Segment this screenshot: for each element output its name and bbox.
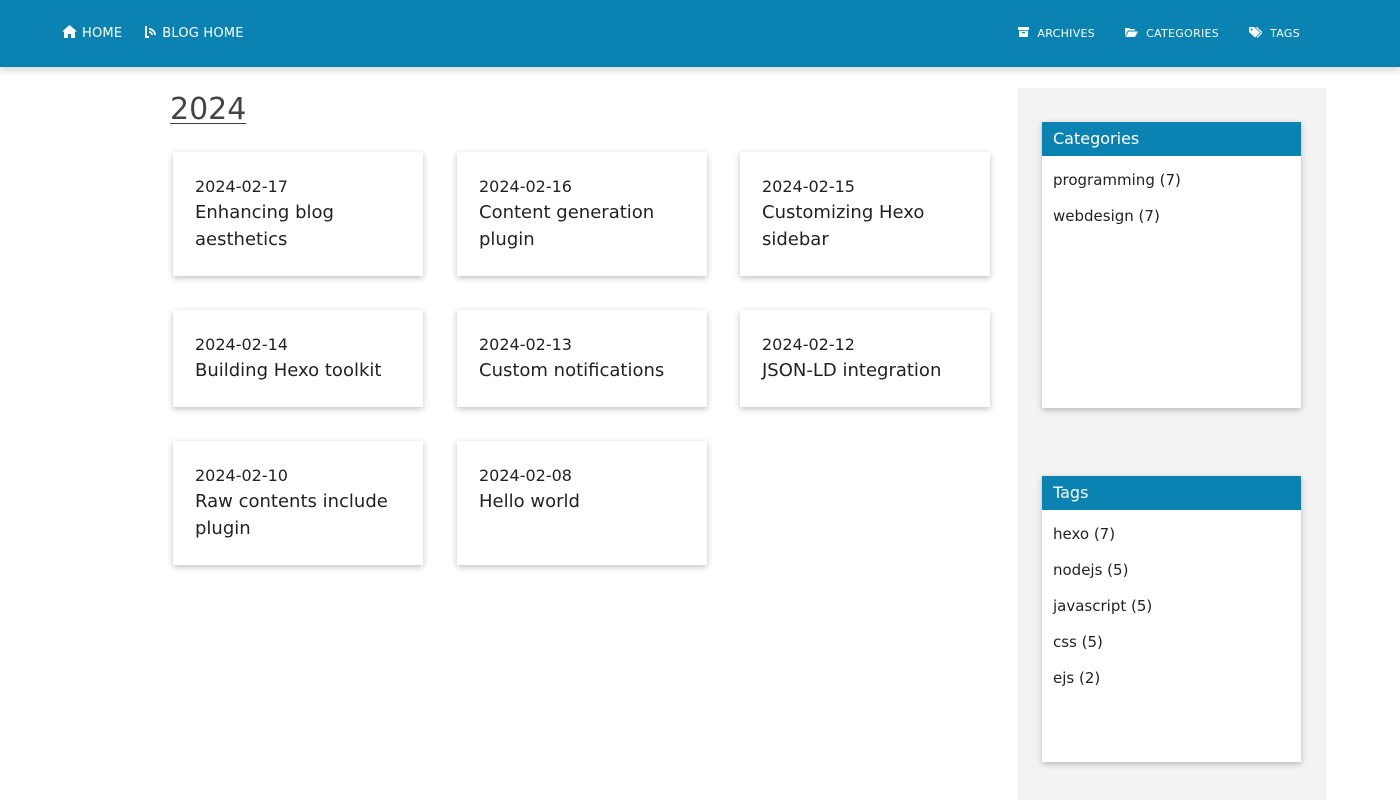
year-heading-link[interactable]: 2024 [170,92,246,127]
nav-right: ARCHIVES CATEGORIES TAGS [988,0,1300,67]
tags-icon [1249,26,1263,41]
post-card[interactable]: 2024-02-08 Hello world [457,441,707,565]
post-card[interactable]: 2024-02-14 Building Hexo toolkit [173,310,423,407]
post-title: Hello world [479,491,580,512]
folder-open-icon [1125,27,1139,40]
archive-box-icon [1018,27,1030,40]
tags-widget-title: Tags [1042,476,1301,510]
nav-home-label: HOME [82,26,123,41]
nav-archives-label: ARCHIVES [1037,27,1096,40]
categories-widget: Categories programming (7) webdesign (7) [1042,122,1301,408]
post-date: 2024-02-13 [479,335,572,354]
tag-item[interactable]: ejs (2) [1053,660,1290,696]
post-title: Custom notifications [479,360,665,381]
post-date: 2024-02-15 [762,177,855,196]
nav-home-link[interactable]: HOME [62,25,122,42]
post-title: Enhancing blog aesthetics [195,202,334,250]
post-card[interactable]: 2024-02-17 Enhancing blog aesthetics [173,152,423,276]
post-date: 2024-02-08 [479,466,572,485]
post-card[interactable]: 2024-02-13 Custom notifications [457,310,707,407]
post-date: 2024-02-17 [195,177,288,196]
post-title: Raw contents include plugin [195,491,388,539]
nav-left: HOME BLOG HOME [62,0,266,67]
tag-item[interactable]: hexo (7) [1053,516,1290,552]
post-card[interactable]: 2024-02-10 Raw contents include plugin [173,441,423,565]
nav-blog-home-label: BLOG HOME [162,26,244,41]
categories-list: programming (7) webdesign (7) [1042,156,1301,240]
tag-item[interactable]: nodejs (5) [1053,552,1290,588]
tag-item[interactable]: javascript (5) [1053,588,1290,624]
top-navbar: HOME BLOG HOME ARCHIVES CATEGORIES TAGS [0,0,1400,67]
tags-widget: Tags hexo (7) nodejs (5) javascript (5) … [1042,476,1301,762]
nav-categories-link[interactable]: CATEGORIES [1125,27,1219,40]
post-title: Building Hexo toolkit [195,360,382,381]
post-card[interactable]: 2024-02-12 JSON-LD integration [740,310,990,407]
categories-widget-title: Categories [1042,122,1301,156]
post-date: 2024-02-10 [195,466,288,485]
post-title: Customizing Hexo sidebar [762,202,925,250]
category-item[interactable]: programming (7) [1053,162,1290,198]
post-date: 2024-02-14 [195,335,288,354]
post-title: Content generation plugin [479,202,655,250]
post-card[interactable]: 2024-02-15 Customizing Hexo sidebar [740,152,990,276]
post-title: JSON-LD integration [762,360,942,381]
nav-blog-home-link[interactable]: BLOG HOME [144,25,243,42]
post-card[interactable]: 2024-02-16 Content generation plugin [457,152,707,276]
nav-categories-label: CATEGORIES [1146,27,1220,40]
post-date: 2024-02-12 [762,335,855,354]
post-date: 2024-02-16 [479,177,572,196]
tag-item[interactable]: css (5) [1053,624,1290,660]
tags-list: hexo (7) nodejs (5) javascript (5) css (… [1042,510,1301,702]
home-icon [62,25,77,42]
nav-tags-label: TAGS [1270,27,1300,40]
blog-icon [144,25,157,42]
nav-archives-link[interactable]: ARCHIVES [1018,27,1095,40]
sidebar: Categories programming (7) webdesign (7)… [1018,88,1326,800]
category-item[interactable]: webdesign (7) [1053,198,1290,234]
nav-tags-link[interactable]: TAGS [1249,26,1300,41]
